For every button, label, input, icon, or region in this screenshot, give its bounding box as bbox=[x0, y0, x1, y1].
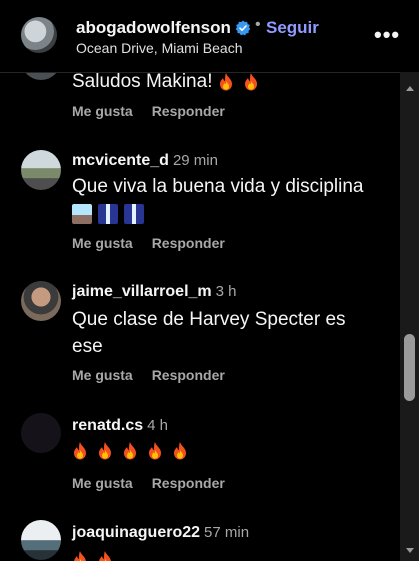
comment-text bbox=[72, 546, 382, 561]
separator-dot: • bbox=[255, 16, 261, 33]
fire-emoji-icon bbox=[219, 73, 232, 91]
reply-button[interactable]: Responder bbox=[152, 103, 225, 119]
comment-actions: Me gusta Responder bbox=[72, 367, 225, 383]
follow-button[interactable]: Seguir bbox=[266, 18, 319, 38]
comment-actions: Me gusta Responder bbox=[72, 235, 225, 251]
fire-emoji-icon bbox=[99, 551, 111, 561]
picture-emoji-icon bbox=[72, 203, 92, 224]
commenter-username[interactable]: joaquinaguero22 57 min bbox=[72, 524, 249, 542]
verified-badge-icon bbox=[235, 20, 251, 36]
scrollbar-thumb[interactable] bbox=[404, 334, 415, 401]
post-location[interactable]: Ocean Drive, Miami Beach bbox=[76, 40, 243, 56]
suit-emoji-icon bbox=[124, 203, 144, 224]
fire-emoji-icon bbox=[124, 442, 136, 460]
commenter-avatar[interactable] bbox=[21, 413, 61, 453]
scroll-up-arrow-icon[interactable] bbox=[406, 86, 414, 91]
reply-button[interactable]: Responder bbox=[152, 367, 225, 383]
fire-emoji-icon bbox=[244, 73, 257, 91]
author-avatar[interactable] bbox=[21, 17, 57, 53]
comment-timestamp: 4 h bbox=[147, 417, 168, 434]
reply-button[interactable]: Responder bbox=[152, 235, 225, 251]
more-options-icon[interactable]: ••• bbox=[374, 22, 400, 48]
comment-timestamp: 29 min bbox=[172, 152, 218, 169]
comment-actions: Me gusta Responder bbox=[72, 103, 225, 119]
scroll-down-arrow-icon[interactable] bbox=[406, 548, 414, 553]
commenter-avatar[interactable] bbox=[21, 520, 61, 560]
post-header: abogadowolfenson • Seguir Ocean Drive, M… bbox=[0, 0, 400, 73]
comment-text: Que clase de Harvey Specter es ese bbox=[72, 309, 346, 357]
fire-emoji-icon bbox=[149, 442, 161, 460]
fire-emoji-icon bbox=[99, 442, 111, 460]
comments-scrollbar[interactable] bbox=[400, 72, 419, 561]
like-button[interactable]: Me gusta bbox=[72, 475, 133, 491]
commenter-username[interactable]: mcvicente_d 29 min bbox=[72, 152, 218, 170]
comment-timestamp: 3 h bbox=[215, 283, 237, 300]
like-button[interactable]: Me gusta bbox=[72, 235, 133, 251]
commenter-username[interactable]: jaime_villarroel_m 3 h bbox=[72, 283, 237, 301]
fire-emoji-icon bbox=[74, 551, 86, 561]
like-button[interactable]: Me gusta bbox=[72, 367, 133, 383]
commenter-avatar[interactable] bbox=[21, 281, 61, 321]
reply-button[interactable]: Responder bbox=[152, 475, 225, 491]
comment-text: Que viva la buena vida y disciplina bbox=[72, 173, 382, 227]
fire-emoji-icon bbox=[74, 442, 86, 460]
commenter-username[interactable]: renatd.cs 4 h bbox=[72, 417, 168, 435]
fire-emoji-icon bbox=[174, 442, 186, 460]
like-button[interactable]: Me gusta bbox=[72, 103, 133, 119]
comment-timestamp: 57 min bbox=[204, 524, 250, 541]
comment-text bbox=[72, 437, 382, 464]
suit-emoji-icon bbox=[98, 203, 118, 224]
comment-actions: Me gusta Responder bbox=[72, 475, 225, 491]
comment-item: joaquinaguero22 57 min bbox=[0, 520, 400, 561]
commenter-avatar[interactable] bbox=[21, 150, 61, 190]
author-username[interactable]: abogadowolfenson bbox=[76, 18, 231, 38]
